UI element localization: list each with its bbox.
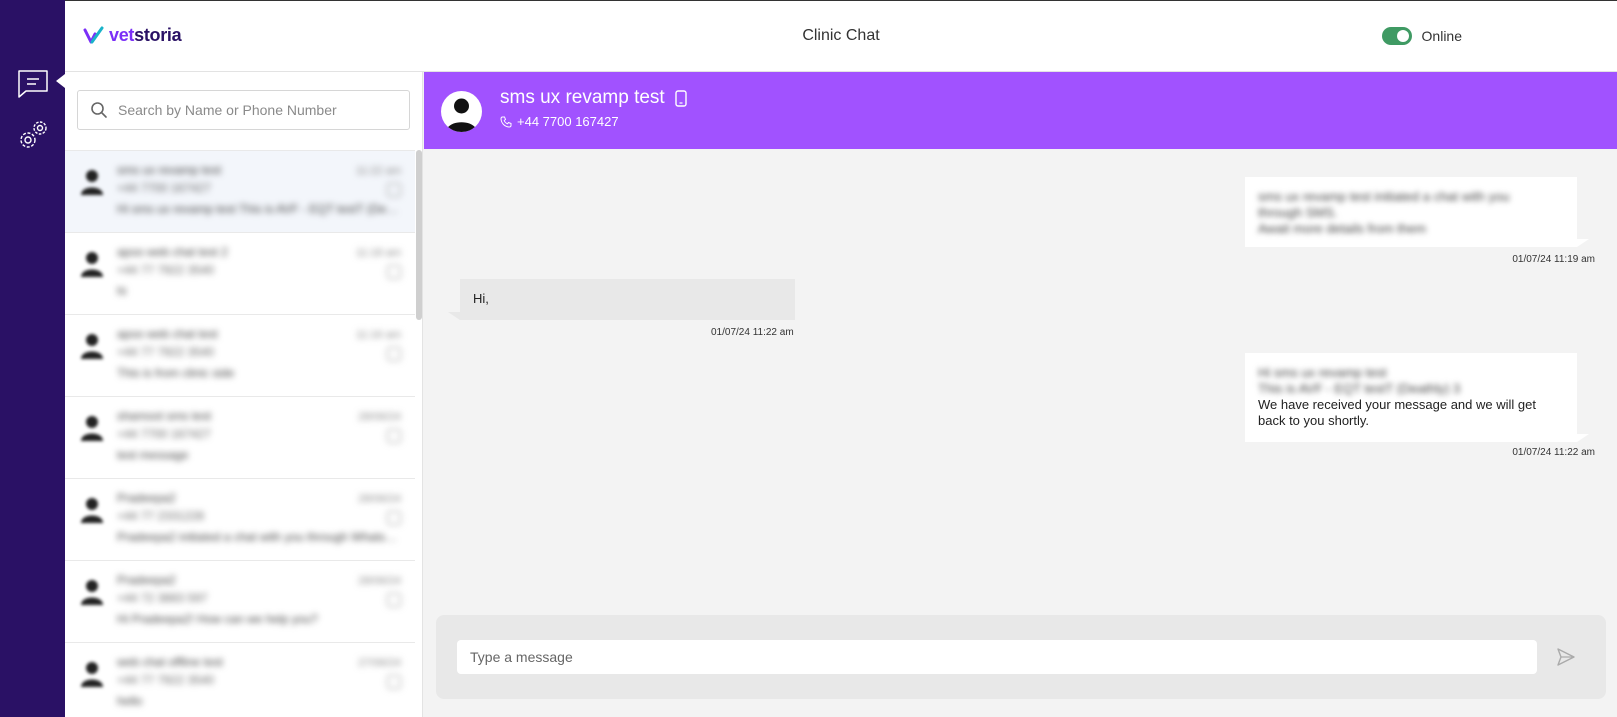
message-text: Hi,: [473, 291, 489, 306]
conversation-name: web chat offline test: [117, 655, 223, 669]
conversation-preview: hello: [117, 694, 143, 708]
conversation-preview: Hi sms ux revamp test This is AVF - EQT …: [117, 202, 402, 216]
phone-icon: [500, 116, 512, 128]
message-blurred-text: Hi sms ux revamp test This is AVF - EQT …: [1258, 365, 1461, 396]
contact-phone: +44 7700 167427: [517, 114, 619, 129]
conversation-phone: +44 7700 167427: [117, 181, 211, 195]
contact-phone-row: +44 7700 167427: [500, 114, 619, 129]
message-composer: [436, 615, 1606, 699]
settings-nav-button[interactable]: [16, 118, 50, 152]
send-icon[interactable]: [1556, 647, 1576, 667]
search-icon: [91, 102, 107, 118]
conversation-time: 11:22 am: [355, 165, 401, 177]
contact-avatar-icon: [81, 498, 103, 523]
contact-avatar-icon: [81, 416, 103, 441]
online-toggle[interactable]: [1381, 27, 1412, 45]
conversation-phone: +44 77 7922 3540: [117, 673, 215, 687]
channel-icon: [387, 429, 401, 443]
conversation-phone: +44 7700 167427: [117, 427, 211, 441]
contact-avatar: [441, 91, 482, 132]
toggle-knob: [1396, 30, 1409, 42]
conversation-preview: This is from clinic side: [117, 366, 235, 380]
channel-icon: [387, 265, 401, 279]
conversation-preview: test message: [117, 448, 189, 462]
conversation-preview: Hi Pradeepa2! How can we help you?: [117, 612, 318, 626]
conversation-item[interactable]: Pradeepa2 +44 77 2331228 28/06/24 Pradee…: [65, 479, 415, 561]
conversation-time: 28/06/24: [358, 411, 401, 423]
nav-rail: [0, 0, 65, 717]
message-bubble-outgoing: Hi sms ux revamp test This is AVF - EQT …: [1245, 353, 1577, 442]
conversation-preview: hi: [117, 284, 127, 298]
conversation-time: 28/06/24: [358, 493, 401, 505]
conversation-name: apoo web chat test 2: [117, 245, 228, 259]
conversation-sidebar: sms ux revamp test +44 7700 167427 11:22…: [65, 72, 423, 717]
conversation-item[interactable]: sms ux revamp test +44 7700 167427 11:22…: [65, 151, 415, 233]
contact-name: sms ux revamp test: [500, 87, 665, 108]
mobile-phone-icon: [675, 89, 687, 107]
contact-avatar-icon: [81, 170, 103, 195]
conversation-time: 11:18 am: [355, 247, 401, 259]
conversation-name: sms ux revamp test: [117, 163, 222, 177]
message-input[interactable]: [457, 640, 1537, 674]
active-indicator: [56, 74, 65, 88]
conversation-name: shamoot sms test: [117, 409, 212, 423]
message-thread: sms ux revamp test initiated a chat with…: [424, 149, 1617, 607]
conversation-time: 11:16 am: [355, 329, 401, 341]
conversation-name: apoo web chat test: [117, 327, 218, 341]
contact-avatar-icon: [81, 252, 103, 277]
conversation-item[interactable]: apoo web chat test +44 77 7922 3540 11:1…: [65, 315, 415, 397]
conversation-phone: +44 77 2331228: [117, 509, 205, 523]
bubble-tail: [1577, 434, 1589, 442]
conversation-item[interactable]: web chat offline test +44 77 7922 3540 2…: [65, 643, 415, 717]
person-avatar-icon: [446, 98, 477, 132]
channel-icon: [387, 347, 401, 361]
conversation-list: sms ux revamp test +44 7700 167427 11:22…: [65, 150, 415, 717]
channel-icon: [387, 593, 401, 607]
chat-header: sms ux revamp test +44 7700 167427: [424, 72, 1617, 149]
online-status: Online: [1381, 27, 1462, 45]
bubble-tail: [448, 312, 460, 320]
chat-nav-button[interactable]: [16, 67, 50, 101]
contact-name-row: sms ux revamp test: [500, 87, 687, 109]
channel-icon: [387, 183, 401, 197]
online-label: Online: [1421, 28, 1462, 44]
search-input[interactable]: [118, 102, 398, 118]
conversation-name: Pradeepa2: [117, 573, 176, 587]
message-text: We have received your message and we wil…: [1258, 397, 1536, 428]
message-bubble-incoming: Hi,: [460, 279, 795, 320]
search-box: [77, 90, 410, 130]
conversation-phone: +44 77 7922 3540: [117, 263, 215, 277]
conversation-preview: Pradeepa2 initiated a chat with you thro…: [117, 530, 402, 544]
conversation-list-scrollbar[interactable]: [416, 150, 422, 320]
bubble-tail: [1577, 239, 1589, 247]
message-bubble-outgoing: sms ux revamp test initiated a chat with…: [1245, 177, 1577, 247]
contact-avatar-icon: [81, 662, 103, 687]
conversation-item[interactable]: shamoot sms test +44 7700 167427 28/06/2…: [65, 397, 415, 479]
contact-avatar-icon: [81, 580, 103, 605]
conversation-time: 28/06/24: [358, 575, 401, 587]
conversation-item[interactable]: apoo web chat test 2 +44 77 7922 3540 11…: [65, 233, 415, 315]
top-bar: vetstoria Clinic Chat Online: [65, 0, 1617, 72]
gears-icon: [20, 121, 47, 148]
conversation-time: 27/06/24: [358, 657, 401, 669]
message-timestamp: 01/07/24 11:22 am: [1512, 447, 1595, 458]
channel-icon: [387, 511, 401, 525]
message-text: sms ux revamp test initiated a chat with…: [1258, 189, 1510, 236]
chat-icon: [18, 70, 48, 98]
conversation-name: Pradeepa2: [117, 491, 176, 505]
channel-icon: [387, 675, 401, 689]
conversation-phone: +44 77 7922 3540: [117, 345, 215, 359]
contact-avatar-icon: [81, 334, 103, 359]
conversation-phone: +44 72 3883 597: [117, 591, 208, 605]
message-timestamp: 01/07/24 11:22 am: [711, 327, 794, 338]
message-timestamp: 01/07/24 11:19 am: [1512, 254, 1595, 265]
conversation-item[interactable]: Pradeepa2 +44 72 3883 597 28/06/24 Hi Pr…: [65, 561, 415, 643]
